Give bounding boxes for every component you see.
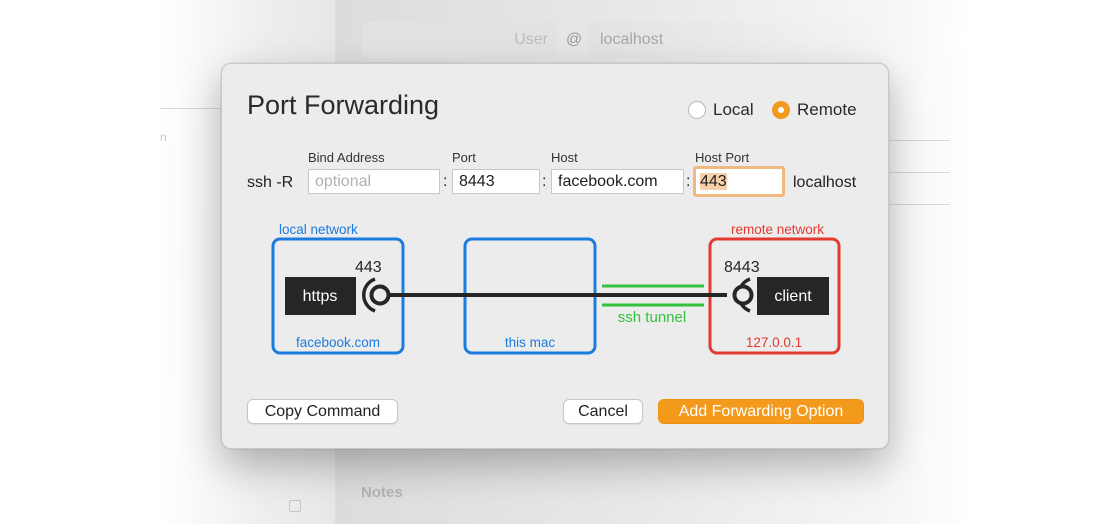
forwarding-diagram: local network facebook.com this mac remo… [271,222,841,355]
separator-colon: : [542,173,547,190]
mode-local-radio[interactable]: Local [688,100,754,120]
radio-unchecked-icon [688,101,706,119]
remote-port-label: 8443 [724,259,760,276]
background-at-sign: @ [566,31,583,48]
host-port-selected-text: 443 [700,173,727,190]
mode-remote-radio[interactable]: Remote [772,100,857,120]
bind-address-input[interactable]: optional [308,169,440,194]
mode-remote-label: Remote [797,100,857,119]
host-port-input[interactable]: 443 [693,166,785,197]
background-divider [890,140,950,141]
command-suffix: localhost [793,174,857,191]
local-port-icon [369,284,391,306]
background-help-icon [289,500,301,512]
cancel-button[interactable]: Cancel [563,399,643,424]
this-mac-label: this mac [505,335,556,350]
background-host-field: localhost [588,22,968,58]
host-port-label: Host Port [695,150,750,165]
separator-colon: : [686,173,691,190]
background-divider [890,204,950,205]
local-host-label: facebook.com [296,335,380,350]
port-forwarding-dialog: Port Forwarding Local Remote Bind Addres… [221,63,889,449]
remote-port-icon [732,284,754,306]
remote-network-label: remote network [731,222,824,237]
add-forwarding-option-button[interactable]: Add Forwarding Option [658,399,864,424]
remote-host-label: 127.0.0.1 [746,335,802,350]
local-port-label: 443 [355,259,382,276]
tunnel-label: ssh tunnel [618,309,686,326]
background-notes-heading: Notes [361,484,403,501]
bind-address-label: Bind Address [308,150,385,165]
port-label: Port [452,150,476,165]
background-divider [890,172,950,173]
background-user-field: User [362,22,558,58]
radio-checked-icon [772,101,790,119]
separator-colon: : [443,173,448,190]
local-service-label: https [303,288,338,305]
local-network-label: local network [279,222,358,237]
mode-local-label: Local [713,100,754,119]
host-input[interactable]: facebook.com [551,169,684,194]
background-sidebar-text: n [160,130,167,144]
remote-service-label: client [774,288,812,305]
command-prefix: ssh -R [247,174,294,191]
host-label: Host [551,150,578,165]
copy-command-button[interactable]: Copy Command [247,399,398,424]
dialog-title: Port Forwarding [247,90,440,120]
port-input[interactable]: 8443 [452,169,540,194]
